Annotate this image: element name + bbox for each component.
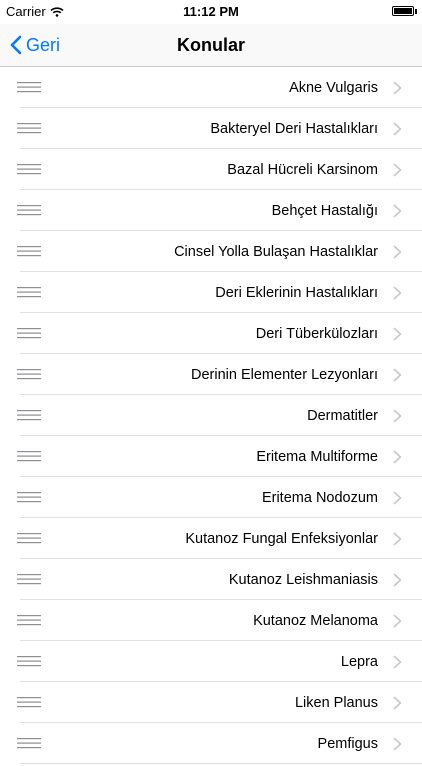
reorder-icon[interactable]: [17, 410, 41, 421]
list-item[interactable]: Liken Planus: [0, 682, 422, 723]
list-item-label: Derinin Elementer Lezyonları: [191, 367, 378, 383]
list-item-label: Kutanoz Melanoma: [253, 613, 378, 629]
list-item-label: Kutanoz Fungal Enfeksiyonlar: [185, 531, 378, 547]
reorder-icon[interactable]: [17, 656, 41, 667]
chevron-right-icon: [393, 532, 402, 546]
status-bar: Carrier 11:12 PM: [0, 0, 422, 24]
chevron-right-icon: [393, 655, 402, 669]
list-item[interactable]: Cinsel Yolla Bulaşan Hastalıklar: [0, 231, 422, 272]
chevron-right-icon: [393, 122, 402, 136]
list-item-label: Eritema Nodozum: [261, 490, 378, 506]
chevron-right-icon: [393, 204, 402, 218]
reorder-icon[interactable]: [17, 82, 41, 93]
chevron-right-icon: [393, 163, 402, 177]
chevron-right-icon: [393, 573, 402, 587]
reorder-icon[interactable]: [17, 451, 41, 462]
list-item[interactable]: Bazal Hücreli Karsinom: [0, 149, 422, 190]
list-item[interactable]: Eritema Nodozum: [0, 477, 422, 518]
list-item[interactable]: Eritema Multiforme: [0, 436, 422, 477]
list-item[interactable]: Behçet Hastalığı: [0, 190, 422, 231]
list-item-label: Dermatitler: [307, 408, 378, 424]
list-item-label: Kutanoz Leishmaniasis: [228, 572, 378, 588]
list-item-label: Eritema Multiforme: [256, 449, 378, 465]
list-item-label: Deri Eklerinin Hastalıkları: [215, 285, 378, 301]
reorder-icon[interactable]: [17, 205, 41, 216]
reorder-icon[interactable]: [17, 328, 41, 339]
list-item-label: Deri Tüberkülozları: [255, 326, 378, 342]
page-title: Konular: [176, 35, 245, 55]
reorder-icon[interactable]: [17, 123, 41, 134]
reorder-icon[interactable]: [17, 738, 41, 749]
reorder-icon[interactable]: [17, 246, 41, 257]
list-item[interactable]: Bakteryel Deri Hastalıkları: [0, 108, 422, 149]
list-item-label: Akne Vulgaris: [289, 80, 378, 96]
chevron-right-icon: [393, 450, 402, 464]
chevron-right-icon: [393, 614, 402, 628]
list-item[interactable]: Kutanoz Melanoma: [0, 600, 422, 641]
list-item[interactable]: Dermatitler: [0, 395, 422, 436]
list-item[interactable]: Deri Eklerinin Hastalıkları: [0, 272, 422, 313]
list-item-label: Pemfigus: [317, 736, 378, 752]
reorder-icon[interactable]: [17, 615, 41, 626]
list-item-label: Bazal Hücreli Karsinom: [227, 162, 378, 178]
list-item-label: Bakteryel Deri Hastalıkları: [210, 121, 378, 137]
list-item[interactable]: Pemfigus: [0, 723, 422, 764]
chevron-right-icon: [393, 245, 402, 259]
list-item[interactable]: Deri Tüberkülozları: [0, 313, 422, 354]
reorder-icon[interactable]: [17, 533, 41, 544]
list-item-label: Liken Planus: [294, 695, 378, 711]
chevron-right-icon: [393, 409, 402, 423]
reorder-icon[interactable]: [17, 697, 41, 708]
chevron-right-icon: [393, 327, 402, 341]
reorder-icon[interactable]: [17, 287, 41, 298]
chevron-right-icon: [393, 696, 402, 710]
list-item[interactable]: Kutanoz Leishmaniasis: [0, 559, 422, 600]
status-time: 11:12 PM: [183, 4, 239, 19]
list-item[interactable]: Lepra: [0, 641, 422, 682]
reorder-icon[interactable]: [17, 492, 41, 503]
chevron-right-icon: [393, 286, 402, 300]
list-item-label: Behçet Hastalığı: [271, 203, 378, 219]
list-item-label: Cinsel Yolla Bulaşan Hastalıklar: [174, 244, 378, 260]
reorder-icon[interactable]: [17, 574, 41, 585]
battery-icon: [392, 6, 417, 16]
list-item[interactable]: Akne Vulgaris: [0, 67, 422, 108]
chevron-right-icon: [393, 368, 402, 382]
chevron-right-icon: [393, 737, 402, 751]
topic-list: Akne Vulgaris Bakteryel Deri Hastalıkları…: [0, 67, 422, 764]
chevron-right-icon: [393, 81, 402, 95]
chevron-right-icon: [393, 491, 402, 505]
reorder-icon[interactable]: [17, 369, 41, 380]
list-item[interactable]: Kutanoz Fungal Enfeksiyonlar: [0, 518, 422, 559]
reorder-icon[interactable]: [17, 164, 41, 175]
navigation-bar: Geri Konular: [0, 24, 422, 67]
list-item-label: Lepra: [340, 654, 378, 670]
list-item[interactable]: Derinin Elementer Lezyonları: [0, 354, 422, 395]
